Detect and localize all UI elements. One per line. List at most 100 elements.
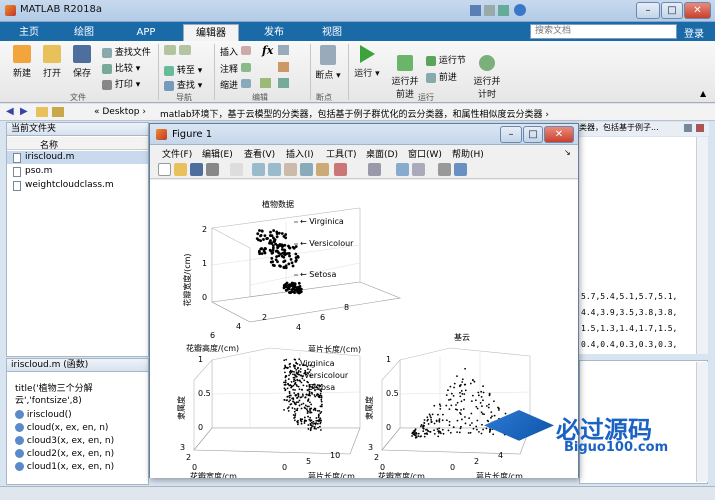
path-root[interactable]: « Desktop › xyxy=(94,107,146,117)
plot-br-ytick: 0 xyxy=(450,463,455,472)
run-and-time-button[interactable]: 运行并 计时 xyxy=(470,45,504,100)
undo-icon[interactable] xyxy=(498,5,509,16)
tab-apps[interactable]: APP xyxy=(124,24,168,41)
plot-top-point xyxy=(290,281,294,285)
open-button[interactable]: 打开 xyxy=(38,45,66,79)
plot-top-annotation: ← Setosa xyxy=(300,270,336,279)
new-figure-icon[interactable] xyxy=(158,163,171,176)
run-and-advance-button[interactable]: 运行并 前进 xyxy=(388,45,422,100)
run-button[interactable]: 运行 ▾ xyxy=(352,45,382,79)
comment-icon xyxy=(240,63,251,72)
data-cursor-icon[interactable] xyxy=(316,163,329,176)
cut-icon[interactable] xyxy=(484,5,495,16)
plot-bl-point xyxy=(320,398,323,401)
list-item[interactable]: iriscloud.m xyxy=(7,151,148,164)
folder-up-icon[interactable] xyxy=(36,107,48,117)
goto-button[interactable]: 转至 ▾ xyxy=(164,63,202,76)
function-item[interactable]: cloud2(x, ex, en, n) xyxy=(15,449,114,459)
tab-editor[interactable]: 编辑器 xyxy=(183,24,239,41)
fx-button[interactable]: fx xyxy=(262,44,273,57)
rotate-icon[interactable] xyxy=(300,163,313,176)
menu-view[interactable]: 查看(V) xyxy=(244,147,275,160)
save-icon[interactable] xyxy=(470,5,481,16)
search-documentation-input[interactable]: 搜索文档 xyxy=(530,24,677,39)
minimize-button[interactable]: – xyxy=(636,2,660,19)
figure-close-button[interactable]: ✕ xyxy=(544,126,574,143)
plot-top-point xyxy=(284,284,288,288)
function-item[interactable]: cloud(x, ex, en, n) xyxy=(15,423,108,433)
function-item[interactable]: iriscloud() xyxy=(15,410,72,420)
undock-icon[interactable]: ↘ xyxy=(564,148,571,157)
plot-top-point xyxy=(262,248,266,252)
new-button[interactable]: 新建 xyxy=(8,45,36,79)
watermark-logo: 必过源码 Biguo100.com xyxy=(484,408,709,464)
plot-br-point xyxy=(447,389,449,392)
print-figure-icon[interactable] xyxy=(206,163,219,176)
nav-back-forward[interactable] xyxy=(164,45,191,58)
edit-tools-icons[interactable] xyxy=(260,45,306,93)
find-files-button[interactable]: 查找文件 xyxy=(102,45,151,58)
hide-plot-tools-icon[interactable] xyxy=(438,163,451,176)
plot-br-point xyxy=(482,385,484,388)
menu-edit[interactable]: 编辑(E) xyxy=(202,147,233,160)
plot-bl-point xyxy=(308,392,311,395)
insert-button[interactable]: 插入 xyxy=(220,45,251,58)
tab-publish[interactable]: 发布 xyxy=(252,24,296,41)
menu-file[interactable]: 文件(F) xyxy=(162,147,192,160)
list-item[interactable]: pso.m xyxy=(7,165,148,178)
run-section-button[interactable]: 运行节 xyxy=(426,53,466,66)
figure-maximize-button[interactable]: □ xyxy=(523,126,543,143)
save-figure-icon[interactable] xyxy=(190,163,203,176)
login-button[interactable]: 登录 xyxy=(684,25,704,40)
forward-icon[interactable]: ▶ xyxy=(20,106,28,117)
zoom-out-icon[interactable] xyxy=(268,163,281,176)
link-icon[interactable] xyxy=(368,163,381,176)
back-icon[interactable]: ◀ xyxy=(6,106,14,117)
breakpoints-button[interactable]: 断点 ▾ xyxy=(314,45,342,81)
menu-tools[interactable]: 工具(T) xyxy=(326,147,357,160)
save-ribbon-button[interactable]: 保存 xyxy=(68,45,96,79)
tab-home[interactable]: 主页 xyxy=(8,24,50,41)
plot-bl-point xyxy=(294,358,297,361)
figure-minimize-button[interactable]: – xyxy=(500,126,522,143)
menu-window[interactable]: 窗口(W) xyxy=(408,147,442,160)
print-button[interactable]: 打印 ▾ xyxy=(102,77,140,90)
find-button[interactable]: 查找 ▾ xyxy=(164,78,202,91)
editor-vertical-scrollbar[interactable] xyxy=(696,137,708,354)
function-item[interactable]: cloud1(x, ex, en, n) xyxy=(15,462,114,472)
column-header-name[interactable]: 名称 xyxy=(7,137,148,151)
open-file-icon[interactable] xyxy=(174,163,187,176)
editor-panel-icons[interactable] xyxy=(684,124,714,134)
plot-bl-point xyxy=(304,396,307,399)
advance-button[interactable]: 前进 xyxy=(426,70,457,83)
plot-bl-point xyxy=(288,396,291,399)
pan-icon[interactable] xyxy=(284,163,297,176)
colorbar-icon[interactable] xyxy=(396,163,409,176)
current-folder-header: 当前文件夹 xyxy=(7,123,148,136)
maximize-button[interactable]: □ xyxy=(661,2,683,19)
compare-button[interactable]: 比较 ▾ xyxy=(102,61,140,74)
tab-plots[interactable]: 绘图 xyxy=(62,24,106,41)
menu-help[interactable]: 帮助(H) xyxy=(452,147,484,160)
close-button[interactable]: ✕ xyxy=(684,2,711,19)
browse-icon[interactable] xyxy=(52,107,64,117)
plot-top-point xyxy=(298,285,302,288)
indent-button[interactable]: 缩进 xyxy=(220,78,251,91)
comment-button[interactable]: 注释 xyxy=(220,62,251,75)
menu-desktop[interactable]: 桌面(D) xyxy=(366,147,398,160)
function-item[interactable]: cloud3(x, ex, en, n) xyxy=(15,436,114,446)
path-current[interactable]: matlab环境下，基于云模型的分类器，包括基于例子群优化的云分类器，和属性相似… xyxy=(160,107,549,120)
plot-top-point xyxy=(294,252,298,256)
show-plot-tools-icon[interactable] xyxy=(454,163,467,176)
legend-icon[interactable] xyxy=(412,163,425,176)
pointer-icon[interactable] xyxy=(230,163,243,176)
plot-bl-axes xyxy=(193,347,361,455)
editor-code-area[interactable]: 5.7,5.4,5.1,5.7,5.1, 4.4,3.9,3.5,3.8,3.8… xyxy=(579,137,696,354)
collapse-ribbon-icon[interactable]: ▲ xyxy=(700,89,706,98)
menu-insert[interactable]: 插入(I) xyxy=(286,147,314,160)
list-item[interactable]: weightcloudclass.m xyxy=(7,179,148,192)
tab-view[interactable]: 视图 xyxy=(310,24,354,41)
help-icon[interactable] xyxy=(514,4,526,16)
brush-icon[interactable] xyxy=(334,163,347,176)
zoom-in-icon[interactable] xyxy=(252,163,265,176)
